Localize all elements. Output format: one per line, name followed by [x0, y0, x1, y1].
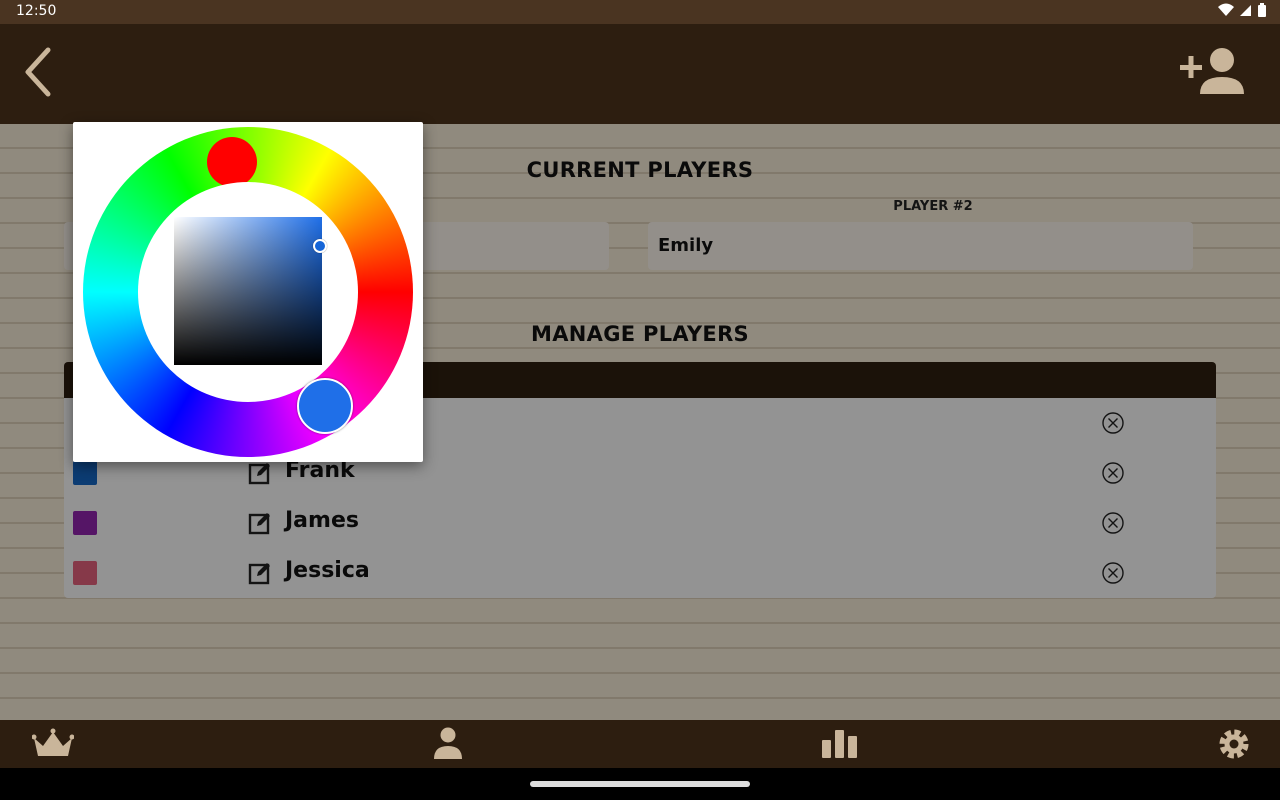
back-button[interactable]	[18, 44, 62, 100]
add-player-button[interactable]	[1180, 44, 1252, 100]
nav-item-games[interactable]	[31, 726, 75, 762]
status-icons	[1218, 3, 1266, 17]
battery-icon	[1258, 3, 1266, 17]
bar-chart-icon	[822, 730, 857, 758]
nav-item-players[interactable]	[428, 726, 468, 762]
app-bar	[0, 24, 1280, 124]
saturation-value-knob[interactable]	[313, 239, 327, 253]
hue-selector-knob[interactable]	[297, 378, 353, 434]
status-bar: 12:50	[0, 0, 1280, 24]
color-picker-dialog	[73, 122, 423, 462]
status-time: 12:50	[16, 3, 57, 19]
person-add-icon	[1180, 48, 1244, 94]
crown-icon	[31, 728, 75, 756]
bottom-navigation	[0, 720, 1280, 768]
hue-wheel-highlight	[207, 137, 257, 187]
signal-icon	[1240, 5, 1251, 16]
chevron-left-icon	[25, 47, 51, 97]
saturation-value-square[interactable]	[174, 217, 322, 365]
wifi-icon	[1218, 3, 1234, 16]
person-icon	[434, 727, 462, 759]
gear-icon	[1219, 729, 1249, 759]
nav-item-settings[interactable]	[1214, 726, 1254, 762]
gesture-navigation-area	[0, 768, 1280, 800]
nav-item-stats[interactable]	[820, 726, 860, 762]
home-gesture-handle[interactable]	[530, 781, 750, 787]
